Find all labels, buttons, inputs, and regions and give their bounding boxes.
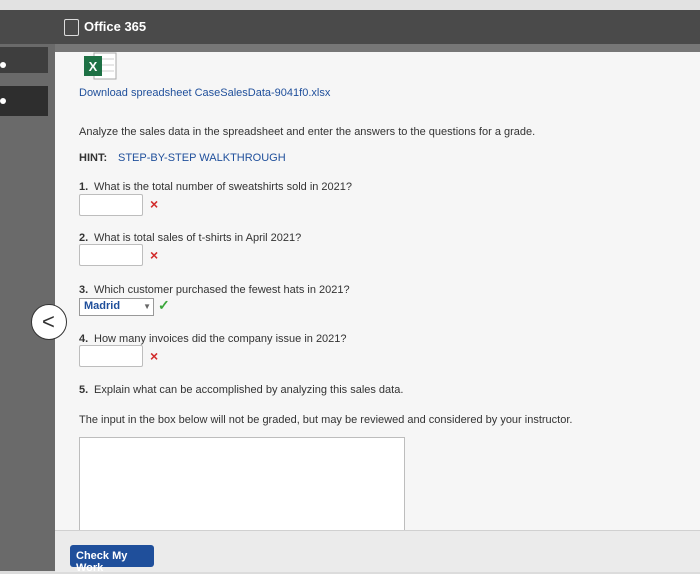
office-icon — [64, 19, 79, 36]
answer-input-4[interactable] — [79, 345, 143, 367]
question-number: 1. — [79, 181, 89, 193]
check-my-work-label: Check My Work — [76, 550, 128, 574]
top-strip — [0, 0, 700, 10]
left-nav-item[interactable] — [0, 47, 48, 73]
answer-input-1[interactable] — [79, 194, 143, 216]
back-button[interactable]: < — [31, 304, 67, 340]
chevron-down-icon: ▼ — [143, 302, 151, 311]
question-number: 4. — [79, 333, 89, 345]
customer-select[interactable]: Madrid ▼ — [79, 298, 154, 316]
top-divider — [55, 44, 700, 52]
chevron-left-icon: < — [42, 309, 55, 334]
download-link[interactable]: Download spreadsheet CaseSalesData-9041f… — [79, 87, 330, 99]
check-my-work-button[interactable]: Check My Work — [70, 545, 154, 574]
question-text: Explain what can be accomplished by anal… — [94, 384, 404, 396]
question-number: 3. — [79, 284, 89, 296]
svg-text:X: X — [89, 59, 98, 74]
question-number: 2. — [79, 232, 89, 244]
question-number: 5. — [79, 384, 89, 396]
nav-dot-icon — [0, 98, 6, 104]
essay-textarea[interactable] — [79, 437, 405, 534]
question-text: Which customer purchased the fewest hats… — [94, 284, 350, 296]
app-title: Office 365 — [84, 19, 147, 34]
instructions-text: Analyze the sales data in the spreadshee… — [79, 126, 536, 138]
nav-dot-icon — [0, 62, 6, 68]
question-text: How many invoices did the company issue … — [94, 333, 347, 345]
select-value: Madrid — [84, 300, 121, 312]
incorrect-icon: × — [150, 196, 159, 212]
top-bar: Office 365 — [0, 10, 700, 44]
excel-file-icon[interactable]: X — [82, 52, 118, 80]
correct-icon: ✓ — [158, 297, 170, 313]
left-nav-item-active[interactable] — [0, 86, 48, 116]
hint-label: HINT: — [79, 152, 108, 164]
answer-input-2[interactable] — [79, 244, 143, 266]
question-text: What is total sales of t-shirts in April… — [94, 232, 302, 244]
hint-link[interactable]: STEP-BY-STEP WALKTHROUGH — [118, 152, 286, 164]
incorrect-icon: × — [150, 348, 159, 364]
incorrect-icon: × — [150, 247, 159, 263]
question-text: What is the total number of sweatshirts … — [94, 181, 353, 193]
essay-note: The input in the box below will not be g… — [79, 414, 573, 426]
